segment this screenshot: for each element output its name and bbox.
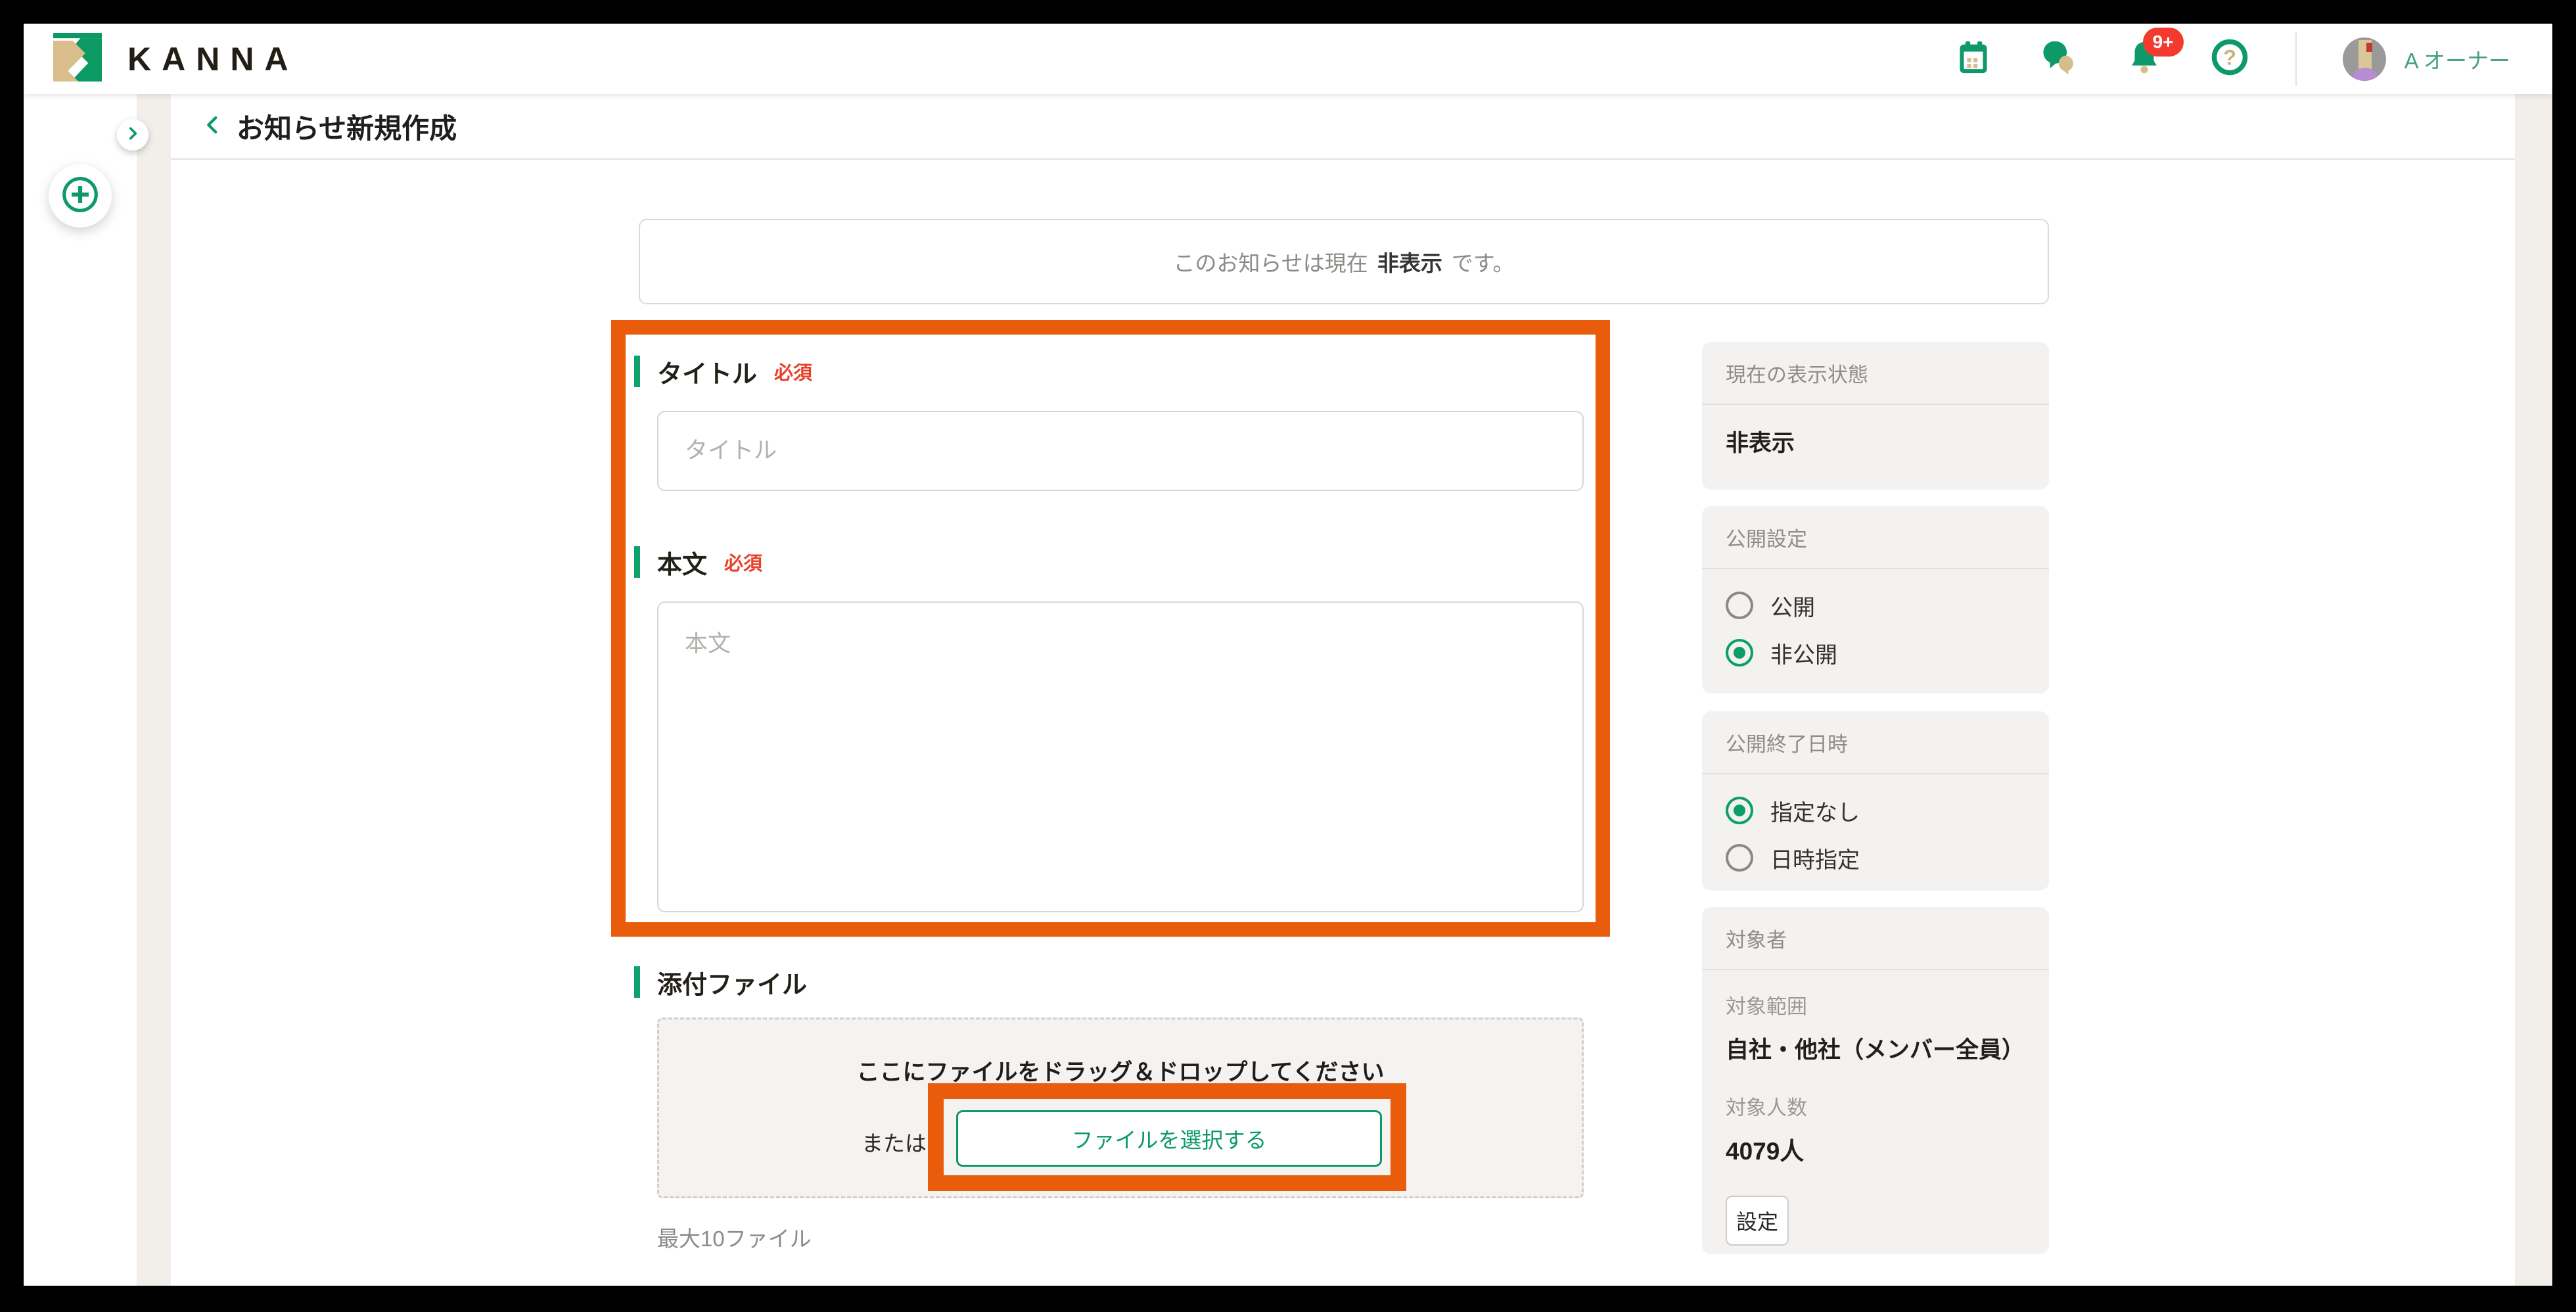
radio-option-private[interactable]: 非公開 bbox=[1726, 636, 2025, 669]
end-date-card: 公開終了日時 指定なし 日時指定 bbox=[1702, 711, 2049, 891]
select-file-button[interactable]: ファイルを選択する bbox=[956, 1110, 1382, 1167]
title-input[interactable] bbox=[657, 411, 1584, 491]
sidebar bbox=[24, 94, 137, 1286]
body-field-label: 本文 必須 bbox=[634, 546, 762, 578]
user-name: A オーナー bbox=[2404, 43, 2510, 75]
max-files-note: 最大10ファイル bbox=[657, 1221, 812, 1253]
publish-setting-card: 公開設定 公開 非公開 bbox=[1702, 506, 2049, 693]
avatar bbox=[2343, 37, 2386, 81]
required-badge: 必須 bbox=[774, 358, 812, 385]
title-field-label: タイトル 必須 bbox=[634, 356, 812, 387]
radio-selected-icon bbox=[1726, 797, 1753, 824]
back-chevron-icon bbox=[200, 112, 226, 141]
audience-card-header: 対象者 bbox=[1702, 907, 2049, 970]
radio-option-public[interactable]: 公開 bbox=[1726, 589, 2025, 622]
file-dropzone[interactable]: ここにファイルをドラッグ＆ドロップしてください または ファイルを選択する bbox=[657, 1018, 1584, 1198]
notifications-button[interactable]: 9+ bbox=[2125, 39, 2164, 79]
help-button[interactable]: ? bbox=[2210, 39, 2249, 79]
brand-name: KANNA bbox=[127, 40, 299, 78]
back-button[interactable] bbox=[198, 112, 227, 141]
plus-circle-icon bbox=[60, 174, 101, 218]
user-menu[interactable]: A オーナー bbox=[2343, 37, 2510, 81]
help-circle-icon: ? bbox=[2210, 37, 2249, 80]
header-divider bbox=[2295, 32, 2297, 86]
visibility-card: 現在の表示状態 非表示 bbox=[1702, 342, 2049, 490]
or-label: または bbox=[862, 1126, 927, 1158]
count-label: 対象人数 bbox=[1726, 1091, 2025, 1121]
visibility-card-header: 現在の表示状態 bbox=[1702, 342, 2049, 405]
radio-selected-icon bbox=[1726, 639, 1753, 667]
body-textarea[interactable] bbox=[657, 601, 1584, 912]
audience-card: 対象者 対象範囲 自社・他社（メンバー全員） 対象人数 4079人 設定 bbox=[1702, 907, 2049, 1254]
publish-card-header: 公開設定 bbox=[1702, 506, 2049, 569]
calendar-button[interactable] bbox=[1954, 39, 1993, 79]
page-title: お知らせ新規作成 bbox=[237, 106, 457, 147]
notification-badge: 9+ bbox=[2143, 28, 2184, 57]
create-fab[interactable] bbox=[49, 164, 112, 227]
chat-icon bbox=[2040, 38, 2078, 80]
radio-option-datetime[interactable]: 日時指定 bbox=[1726, 841, 2025, 874]
radio-unselected-icon bbox=[1726, 592, 1753, 619]
chat-button[interactable] bbox=[2039, 39, 2079, 79]
top-bar: KANNA bbox=[24, 24, 2552, 94]
calendar-icon bbox=[1954, 38, 1992, 80]
page-header: お知らせ新規作成 bbox=[171, 94, 2515, 160]
notice-prefix: このお知らせは現在 bbox=[1173, 246, 1368, 277]
label-accent-bar bbox=[634, 356, 640, 387]
kanna-logo-icon bbox=[50, 33, 105, 85]
notice-banner: このお知らせは現在 非表示 です。 bbox=[639, 219, 2049, 304]
count-value: 4079人 bbox=[1726, 1131, 2025, 1167]
notice-status: 非表示 bbox=[1377, 246, 1442, 277]
label-accent-bar bbox=[634, 966, 640, 998]
radio-option-no-end[interactable]: 指定なし bbox=[1726, 794, 2025, 827]
brand-logo[interactable]: KANNA bbox=[50, 33, 299, 85]
visibility-value: 非表示 bbox=[1726, 425, 2025, 458]
required-badge: 必須 bbox=[724, 548, 762, 576]
dropzone-text: ここにファイルをドラッグ＆ドロップしてください bbox=[659, 1054, 1582, 1087]
radio-unselected-icon bbox=[1726, 844, 1753, 872]
scope-value: 自社・他社（メンバー全員） bbox=[1726, 1031, 2025, 1065]
sidebar-expand-button[interactable] bbox=[117, 119, 149, 151]
attachment-field-label: 添付ファイル bbox=[634, 966, 807, 998]
audience-settings-button[interactable]: 設定 bbox=[1726, 1196, 1789, 1246]
end-date-card-header: 公開終了日時 bbox=[1702, 711, 2049, 774]
notice-suffix: です。 bbox=[1452, 246, 1515, 277]
label-accent-bar bbox=[634, 546, 640, 578]
scope-label: 対象範囲 bbox=[1726, 990, 2025, 1019]
svg-text:?: ? bbox=[2223, 46, 2236, 70]
chevron-right-icon bbox=[124, 125, 141, 145]
